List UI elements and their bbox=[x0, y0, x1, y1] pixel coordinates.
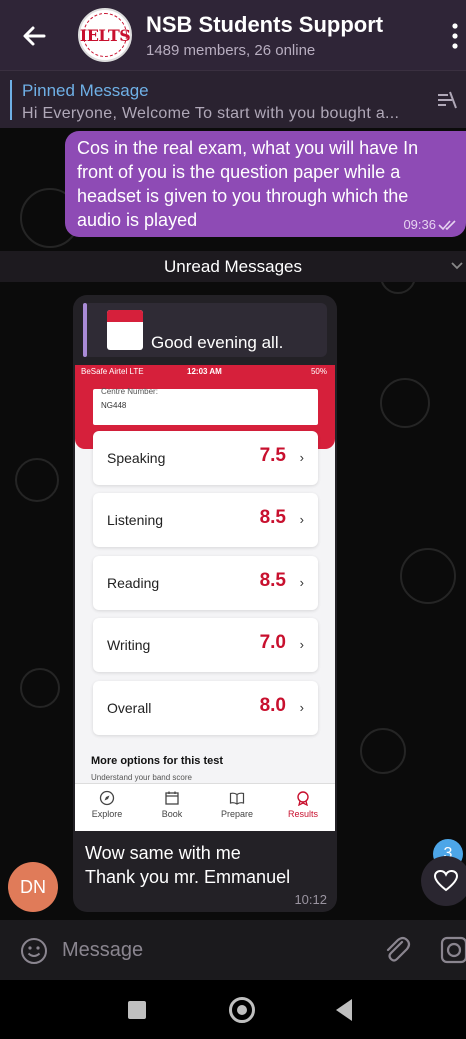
score-row-overall: Overall 8.0 › bbox=[93, 681, 318, 735]
score-label: Speaking bbox=[107, 450, 166, 466]
tab-label: Book bbox=[161, 809, 183, 819]
chevron-right-icon: › bbox=[299, 575, 304, 590]
chevron-right-icon: › bbox=[299, 700, 304, 715]
phone-status-bar: BeSafe Airtel LTE 12:03 AM 50% bbox=[75, 365, 335, 379]
reaction-button[interactable] bbox=[421, 856, 466, 906]
incoming-message-time: 10:12 bbox=[294, 892, 327, 907]
incoming-text-line: Wow same with me bbox=[85, 843, 241, 863]
app-tab-bar: Explore Book Prepare Results bbox=[75, 783, 335, 831]
tab-label: Prepare bbox=[220, 809, 254, 819]
chat-subtitle: 1489 members, 26 online bbox=[146, 42, 316, 59]
attached-screenshot[interactable]: BeSafe Airtel LTE 12:03 AM 50% Centre Nu… bbox=[75, 365, 335, 831]
score-value: 8.5 bbox=[259, 570, 286, 591]
message-input-bar: Message bbox=[0, 920, 466, 980]
status-time: 12:03 AM bbox=[187, 367, 222, 376]
incoming-message-text: Wow same with me Thank you mr. Emmanuel bbox=[85, 841, 290, 889]
chat-title[interactable]: NSB Students Support bbox=[146, 12, 383, 38]
reply-preview[interactable]: Good evening all. bbox=[83, 303, 327, 357]
centre-number-value: NG448 bbox=[101, 401, 127, 410]
tab-book: Book bbox=[140, 790, 204, 819]
reply-indicator bbox=[83, 303, 87, 357]
tab-prepare: Prepare bbox=[205, 790, 269, 819]
outgoing-message[interactable]: Cos in the real exam, what you will have… bbox=[65, 131, 466, 237]
award-icon bbox=[297, 791, 309, 806]
score-label: Writing bbox=[107, 637, 151, 653]
more-options-icon[interactable] bbox=[450, 22, 460, 50]
score-label: Listening bbox=[107, 512, 164, 528]
bg-doodle bbox=[380, 378, 430, 428]
camera-icon[interactable] bbox=[440, 936, 466, 964]
incoming-message[interactable]: Good evening all. BeSafe Airtel LTE 12:0… bbox=[73, 295, 337, 912]
more-options-heading: More options for this test bbox=[91, 755, 223, 767]
recents-button[interactable] bbox=[128, 1001, 146, 1019]
chevron-right-icon: › bbox=[299, 637, 304, 652]
centre-number-card: Centre Number: NG448 bbox=[93, 387, 318, 425]
heart-icon bbox=[433, 869, 459, 892]
tab-label: Explore bbox=[91, 809, 123, 819]
group-avatar[interactable]: IELTS bbox=[78, 8, 132, 62]
compass-icon bbox=[99, 790, 115, 806]
unpin-icon[interactable] bbox=[434, 89, 458, 111]
home-button[interactable] bbox=[229, 997, 255, 1023]
emoji-icon[interactable] bbox=[20, 937, 48, 965]
score-value: 7.5 bbox=[259, 445, 286, 466]
sender-avatar[interactable]: DN bbox=[8, 862, 58, 912]
system-nav-bar bbox=[0, 980, 466, 1039]
more-options-sub: Understand your band score bbox=[91, 773, 192, 782]
chevron-down-icon bbox=[451, 262, 463, 270]
attach-icon[interactable] bbox=[382, 934, 412, 966]
incoming-text-line: Thank you mr. Emmanuel bbox=[85, 867, 291, 887]
message-input[interactable]: Message bbox=[62, 939, 143, 962]
bg-doodle bbox=[400, 548, 456, 604]
centre-number-label: Centre Number: bbox=[101, 387, 158, 396]
bg-doodle bbox=[15, 458, 59, 502]
score-label: Reading bbox=[107, 575, 160, 591]
outgoing-message-text: Cos in the real exam, what you will have… bbox=[77, 138, 419, 230]
chevron-right-icon: › bbox=[299, 512, 304, 527]
avatar-ring bbox=[83, 13, 127, 57]
score-row-writing: Writing 7.0 › bbox=[93, 618, 318, 672]
score-row-speaking: Speaking 7.5 › bbox=[93, 431, 318, 485]
score-value: 7.0 bbox=[259, 632, 286, 653]
reply-thumbnail bbox=[107, 310, 143, 350]
status-battery: 50% bbox=[310, 367, 327, 376]
score-row-reading: Reading 8.5 › bbox=[93, 556, 318, 610]
tab-explore: Explore bbox=[75, 790, 139, 819]
score-label: Overall bbox=[107, 700, 152, 716]
outgoing-message-time: 09:36 bbox=[403, 217, 436, 232]
chat-header: IELTS NSB Students Support 1489 members,… bbox=[0, 0, 466, 70]
tab-results: Results bbox=[271, 790, 335, 819]
calendar-icon bbox=[165, 791, 179, 805]
pinned-message-bar[interactable]: Pinned Message Hi Everyone, Welcome To s… bbox=[0, 70, 466, 128]
reply-text: Good evening all. bbox=[151, 333, 284, 352]
bg-doodle bbox=[360, 728, 406, 774]
score-value: 8.5 bbox=[259, 507, 286, 528]
tab-label: Results bbox=[287, 809, 318, 819]
unread-divider: Unread Messages bbox=[0, 251, 466, 282]
bg-doodle bbox=[20, 668, 60, 708]
book-open-icon bbox=[229, 792, 245, 805]
back-arrow-icon[interactable] bbox=[18, 20, 50, 52]
status-carrier: BeSafe Airtel LTE bbox=[81, 367, 144, 376]
pinned-title: Pinned Message bbox=[22, 81, 149, 100]
score-value: 8.0 bbox=[259, 695, 286, 716]
read-checks-icon bbox=[438, 220, 456, 231]
system-back-button[interactable] bbox=[336, 999, 352, 1021]
pinned-indicator bbox=[10, 80, 12, 120]
pinned-text: Hi Everyone, Welcome To start with you b… bbox=[22, 105, 400, 122]
chevron-right-icon: › bbox=[299, 450, 304, 465]
score-row-listening: Listening 8.5 › bbox=[93, 493, 318, 547]
unread-label: Unread Messages bbox=[164, 256, 302, 276]
